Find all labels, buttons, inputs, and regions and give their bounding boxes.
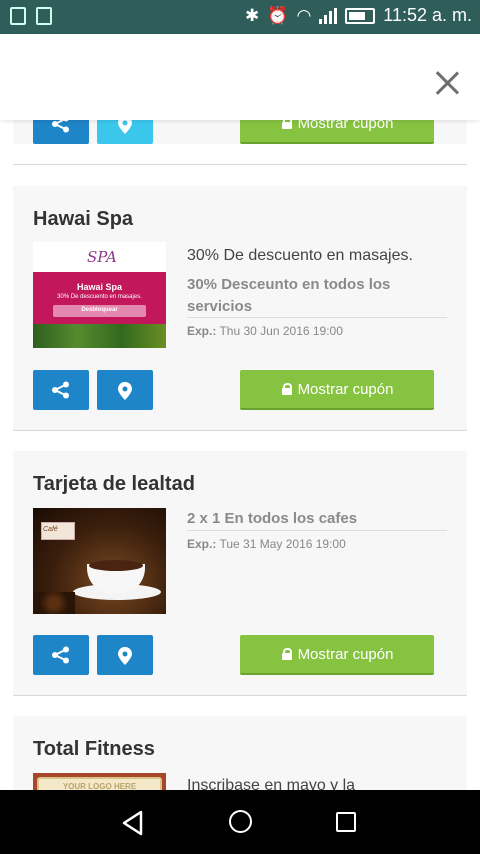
thumb-logo: SPA <box>87 248 117 266</box>
location-pin-icon <box>118 382 132 400</box>
nav-home-icon[interactable] <box>229 810 252 833</box>
map-button[interactable] <box>97 120 153 144</box>
thumb-logo: YOUR LOGO HERE <box>62 782 137 790</box>
offer-divider <box>187 317 447 318</box>
card-divider <box>13 164 467 165</box>
card-divider <box>13 695 467 696</box>
close-icon[interactable] <box>434 70 460 96</box>
notification-icon <box>10 7 26 25</box>
map-button[interactable] <box>97 635 153 675</box>
coupon-thumbnail[interactable]: SPA Hawai Spa 30% De descuento en masaje… <box>33 242 166 348</box>
status-bar: ✱ ⏰ ◠ 11:52 a. m. <box>0 0 480 34</box>
show-coupon-button[interactable]: Mostrar cupón <box>240 635 434 675</box>
offer-title: 30% De descuento en masajes. <box>187 247 413 264</box>
coupon-card: Total Fitness YOUR LOGO HERE Inscribase … <box>13 716 467 790</box>
status-indicators: ✱ ⏰ ◠ 11:52 a. m. <box>245 5 472 26</box>
share-icon <box>52 646 69 664</box>
signal-icon <box>319 7 338 24</box>
coupon-card: Hawai Spa SPA Hawai Spa 30% De descuento… <box>13 186 467 430</box>
bluetooth-icon: ✱ <box>245 5 260 25</box>
offer-description: 30% Desceunto en todos los servicios <box>187 276 391 315</box>
share-icon <box>52 120 69 133</box>
thumb-name: Hawai Spa <box>76 282 123 292</box>
app-header <box>0 34 480 120</box>
offer-expiry: Exp.: Tue 31 May 2016 19:00 <box>187 537 346 551</box>
battery-icon <box>345 7 376 24</box>
card-title: Tarjeta de lealtad <box>33 473 195 495</box>
system-nav-bar <box>0 790 480 854</box>
show-coupon-label: Mostrar cupón <box>297 120 394 132</box>
show-coupon-label: Mostrar cupón <box>297 645 394 663</box>
coupon-thumbnail[interactable]: YOUR LOGO HERE <box>33 773 166 790</box>
thumb-logo: Café <box>43 526 58 533</box>
location-pin-icon <box>118 647 132 665</box>
share-button[interactable] <box>33 120 89 144</box>
card-divider <box>13 430 467 431</box>
thumb-button: Desbloquear <box>81 307 118 313</box>
card-title: Hawai Spa <box>33 208 134 230</box>
wifi-icon: ◠ <box>296 5 312 25</box>
share-icon <box>52 381 69 399</box>
coupon-thumbnail[interactable]: Café <box>33 508 166 614</box>
lock-open-icon <box>281 120 292 129</box>
coupon-card: Mostrar cupón <box>13 120 467 144</box>
location-pin-icon <box>118 120 132 134</box>
coupon-list[interactable]: Mostrar cupón Hawai Spa SPA Hawai Spa 30… <box>0 120 480 790</box>
notification-icon <box>36 7 52 25</box>
notification-icons <box>10 7 52 25</box>
share-button[interactable] <box>33 635 89 675</box>
show-coupon-label: Mostrar cupón <box>297 380 394 398</box>
lock-open-icon <box>281 648 292 660</box>
offer-expiry: Exp.: Thu 30 Jun 2016 19:00 <box>187 324 343 338</box>
offer-divider <box>187 530 447 531</box>
thumb-offer: 30% De descuento en masajes. <box>57 294 142 300</box>
map-button[interactable] <box>97 370 153 410</box>
card-title: Total Fitness <box>33 738 155 760</box>
offer-description: 2 x 1 En todos los cafes <box>187 510 358 527</box>
show-coupon-button[interactable]: Mostrar cupón <box>240 370 434 410</box>
coupon-card: Tarjeta de lealtad Café 2 x 1 En todos l… <box>13 451 467 695</box>
share-button[interactable] <box>33 370 89 410</box>
show-coupon-button[interactable]: Mostrar cupón <box>240 120 434 144</box>
offer-title: Inscribase en mayo y la <box>187 777 356 790</box>
nav-back-icon[interactable] <box>121 810 145 836</box>
lock-open-icon <box>281 383 292 395</box>
nav-recent-icon[interactable] <box>336 812 356 832</box>
status-time: 11:52 a. m. <box>383 5 472 25</box>
alarm-icon: ⏰ <box>267 5 289 25</box>
